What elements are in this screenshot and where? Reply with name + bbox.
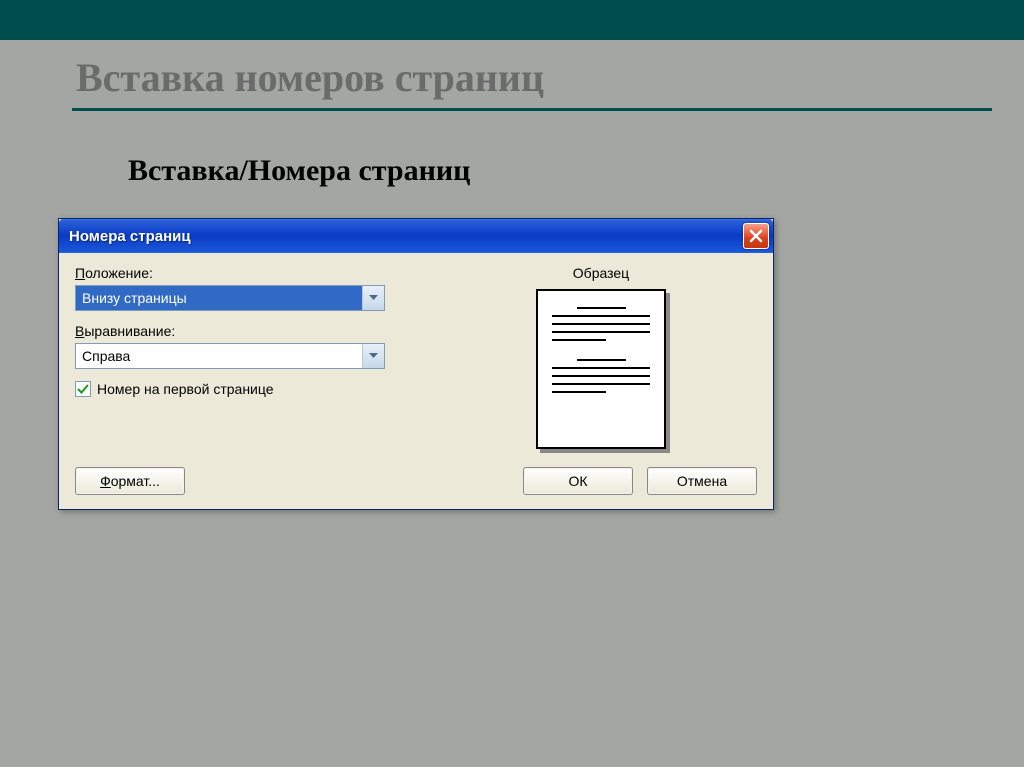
first-page-checkbox-label: Номер на первой странице (97, 381, 274, 397)
dialog-title: Номера страниц (69, 228, 191, 245)
heading-underline (72, 108, 992, 111)
first-page-checkbox-row[interactable]: Номер на первой странице (75, 381, 405, 397)
dialog-titlebar[interactable]: Номера страниц (59, 219, 773, 253)
sample-preview (536, 289, 666, 449)
position-label: Положение: (75, 265, 405, 281)
ok-button[interactable]: ОК (523, 467, 633, 495)
format-button[interactable]: Формат... (75, 467, 185, 495)
position-value: Внизу страницы (76, 286, 362, 310)
alignment-dropdown-arrow[interactable] (362, 344, 384, 368)
cancel-button[interactable]: Отмена (647, 467, 757, 495)
alignment-value: Справа (76, 344, 362, 368)
dialog-body: Положение: Внизу страницы Выравнивание: … (59, 253, 773, 509)
checkmark-icon (77, 383, 89, 395)
close-icon (749, 229, 763, 243)
alignment-combobox[interactable]: Справа (75, 343, 385, 369)
chevron-down-icon (369, 295, 378, 301)
slide-subheading: Вставка/Номера страниц (128, 154, 470, 188)
slide-heading: Вставка номеров страниц (76, 54, 544, 101)
sample-label: Образец (573, 265, 629, 281)
position-combobox[interactable]: Внизу страницы (75, 285, 385, 311)
close-button[interactable] (743, 223, 769, 249)
chevron-down-icon (369, 353, 378, 359)
alignment-label: Выравнивание: (75, 323, 405, 339)
page-numbers-dialog: Номера страниц Положение: Внизу страницы (58, 218, 774, 510)
first-page-checkbox[interactable] (75, 381, 91, 397)
position-dropdown-arrow[interactable] (362, 286, 384, 310)
slide-top-stripe (0, 0, 1024, 40)
